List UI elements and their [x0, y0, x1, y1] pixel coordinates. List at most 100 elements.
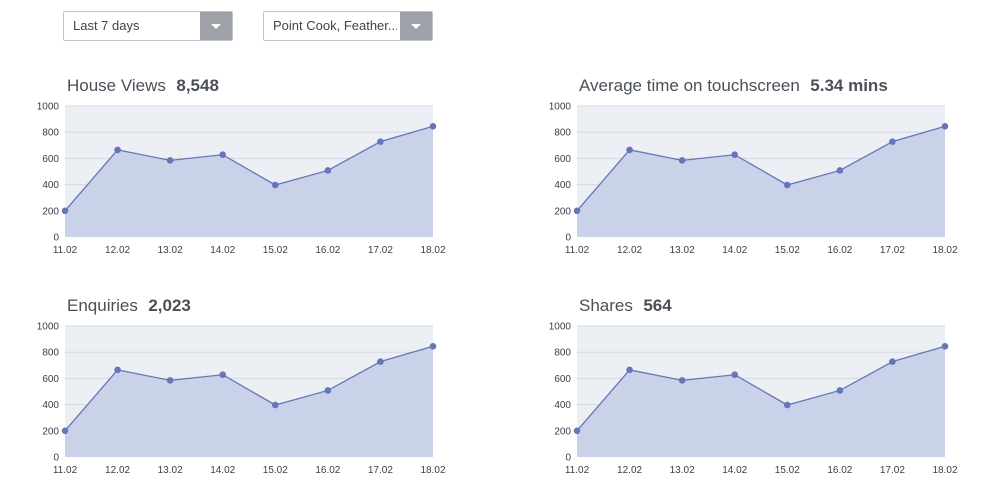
data-point — [836, 387, 844, 394]
data-point — [573, 427, 581, 435]
location-value: Point Cook, Feather... — [273, 18, 397, 33]
data-point — [731, 371, 739, 379]
data-point — [573, 207, 581, 215]
x-tick-label: 15.02 — [775, 465, 800, 476]
chart-header: House Views 8,548 — [67, 76, 219, 96]
data-point — [324, 387, 332, 394]
date-range-value: Last 7 days — [73, 18, 140, 33]
x-tick-label: 13.02 — [670, 465, 695, 476]
data-point — [429, 123, 437, 130]
chart-header: Enquiries 2,023 — [67, 296, 191, 316]
house-views-chart-card: House Views 8,548 0 200 400 600 800 1000 11.02… — [20, 70, 490, 270]
y-tick-label: 200 — [554, 426, 571, 437]
data-point — [836, 167, 844, 174]
data-point — [678, 377, 686, 384]
chart-title: House Views — [67, 76, 166, 95]
data-point — [324, 167, 332, 174]
x-tick-label: 13.02 — [158, 245, 183, 256]
date-range-dropdown[interactable]: Last 7 days — [63, 11, 233, 41]
x-tick-label: 12.02 — [617, 465, 642, 476]
data-point — [429, 343, 437, 350]
data-point — [783, 181, 791, 189]
x-tick-label: 15.02 — [263, 245, 288, 256]
y-tick-label: 800 — [42, 128, 59, 139]
x-tick-label: 11.02 — [53, 245, 78, 256]
y-tick-label: 1000 — [37, 102, 60, 113]
x-tick-label: 16.02 — [315, 245, 340, 256]
y-tick-label: 0 — [565, 453, 571, 464]
data-point — [166, 377, 174, 384]
x-tick-label: 11.02 — [565, 245, 590, 256]
y-tick-label: 200 — [42, 426, 59, 437]
x-tick-label: 12.02 — [105, 465, 130, 476]
y-tick-label: 200 — [42, 206, 59, 217]
x-tick-label: 14.02 — [722, 245, 747, 256]
data-point — [61, 207, 69, 215]
chart-title: Shares — [579, 296, 633, 315]
x-tick-label: 12.02 — [617, 245, 642, 256]
shares-chart: 0 200 400 600 800 1000 11.02 12.02 13.02 14.02 15.… — [549, 322, 958, 477]
enquiries-chart: 0 200 400 600 800 1000 11.02 12.02 13.02 14.02 15.… — [37, 322, 446, 477]
chart-metric-value: 5.34 mins — [810, 76, 888, 95]
x-tick-label: 12.02 — [105, 245, 130, 256]
data-point — [271, 181, 279, 189]
chart-header: Average time on touchscreen 5.34 mins — [579, 76, 888, 96]
y-tick-label: 600 — [554, 154, 571, 165]
data-point — [731, 151, 739, 159]
x-tick-label: 14.02 — [722, 465, 747, 476]
x-tick-label: 13.02 — [670, 245, 695, 256]
enquiries-chart-card: Enquiries 2,023 0 200 400 600 800 1000 11.02 12… — [20, 290, 490, 490]
chart-header: Shares 564 — [579, 296, 672, 316]
y-tick-label: 0 — [565, 233, 571, 244]
y-tick-label: 200 — [554, 206, 571, 217]
shares-chart-card: Shares 564 0 200 400 600 800 1000 11.02 12.02 13… — [532, 290, 1000, 490]
chart-metric-value: 8,548 — [176, 76, 219, 95]
x-tick-label: 15.02 — [263, 465, 288, 476]
touchscreen-time-chart: 0 200 400 600 800 1000 11.02 12.02 13.02 14.02 15.… — [549, 102, 958, 257]
x-tick-label: 17.02 — [880, 245, 905, 256]
y-tick-label: 1000 — [549, 102, 572, 113]
x-tick-label: 16.02 — [827, 245, 852, 256]
x-tick-label: 18.02 — [420, 245, 445, 256]
y-tick-label: 600 — [42, 374, 59, 385]
chart-title: Average time on touchscreen — [579, 76, 800, 95]
x-tick-label: 11.02 — [565, 465, 590, 476]
y-tick-label: 0 — [53, 453, 59, 464]
data-point — [114, 366, 121, 374]
chevron-down-icon[interactable] — [200, 12, 232, 40]
chart-metric-value: 564 — [643, 296, 672, 315]
x-tick-label: 18.02 — [932, 245, 957, 256]
y-tick-label: 600 — [42, 154, 59, 165]
chart-title: Enquiries — [67, 296, 138, 315]
data-point — [626, 146, 633, 154]
data-point — [166, 157, 174, 164]
data-point — [889, 138, 896, 145]
x-tick-label: 17.02 — [880, 465, 905, 476]
y-tick-label: 800 — [42, 348, 59, 359]
y-tick-label: 1000 — [549, 322, 572, 333]
data-point — [271, 401, 279, 409]
data-point — [941, 123, 949, 130]
y-tick-label: 400 — [554, 400, 571, 411]
y-tick-label: 800 — [554, 348, 571, 359]
x-tick-label: 16.02 — [315, 465, 340, 476]
y-tick-label: 1000 — [37, 322, 60, 333]
data-point — [783, 401, 791, 409]
x-tick-label: 15.02 — [775, 245, 800, 256]
x-tick-label: 18.02 — [932, 465, 957, 476]
data-point — [219, 371, 227, 379]
data-point — [377, 138, 384, 145]
x-tick-label: 18.02 — [420, 465, 445, 476]
data-point — [889, 358, 896, 365]
y-tick-label: 600 — [554, 374, 571, 385]
data-point — [626, 366, 633, 374]
y-tick-label: 800 — [554, 128, 571, 139]
x-tick-label: 14.02 — [210, 465, 235, 476]
chevron-down-icon[interactable] — [400, 12, 432, 40]
chart-metric-value: 2,023 — [148, 296, 191, 315]
y-tick-label: 400 — [42, 180, 59, 191]
data-point — [61, 427, 69, 435]
y-tick-label: 400 — [42, 400, 59, 411]
location-dropdown[interactable]: Point Cook, Feather... — [263, 11, 433, 41]
x-tick-label: 13.02 — [158, 465, 183, 476]
